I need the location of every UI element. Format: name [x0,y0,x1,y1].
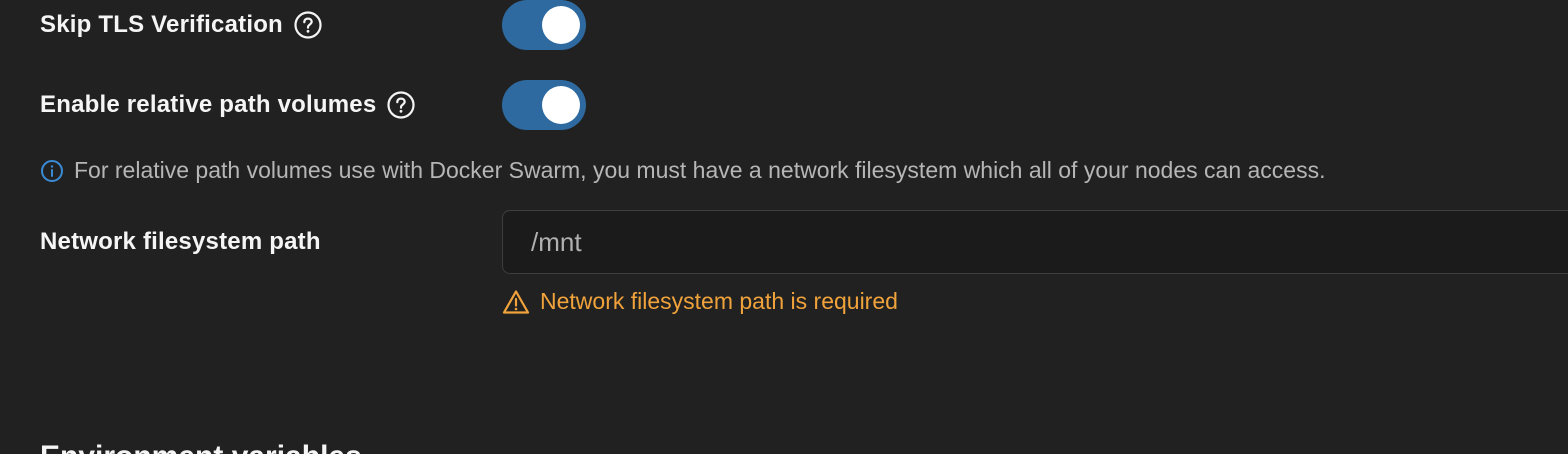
environment-variables-heading: Environment variables [40,440,362,454]
network-fs-label: Network filesystem path [40,228,321,255]
skip-tls-label: Skip TLS Verification [40,11,283,38]
network-fs-input[interactable] [529,225,1555,259]
network-fs-error: Network filesystem path is required [502,288,898,315]
network-fs-field[interactable] [502,210,1568,274]
question-circle-icon[interactable] [386,90,416,120]
warning-triangle-icon [502,289,530,315]
toggle-knob [542,6,580,44]
info-circle-icon [40,159,64,183]
stack-settings-panel: Skip TLS Verification Enable relative pa… [0,0,1568,454]
question-circle-icon[interactable] [293,10,323,40]
error-text: Network filesystem path is required [540,288,898,314]
skip-tls-toggle[interactable] [502,0,586,50]
relative-paths-row: Enable relative path volumes [40,86,416,124]
swarm-info-message: For relative path volumes use with Docke… [40,157,1325,184]
relative-paths-toggle[interactable] [502,80,586,130]
network-fs-row: Network filesystem path [40,224,321,260]
info-text: For relative path volumes use with Docke… [74,157,1326,183]
relative-paths-label: Enable relative path volumes [40,91,377,118]
toggle-knob [542,86,580,124]
skip-tls-row: Skip TLS Verification [40,6,323,44]
